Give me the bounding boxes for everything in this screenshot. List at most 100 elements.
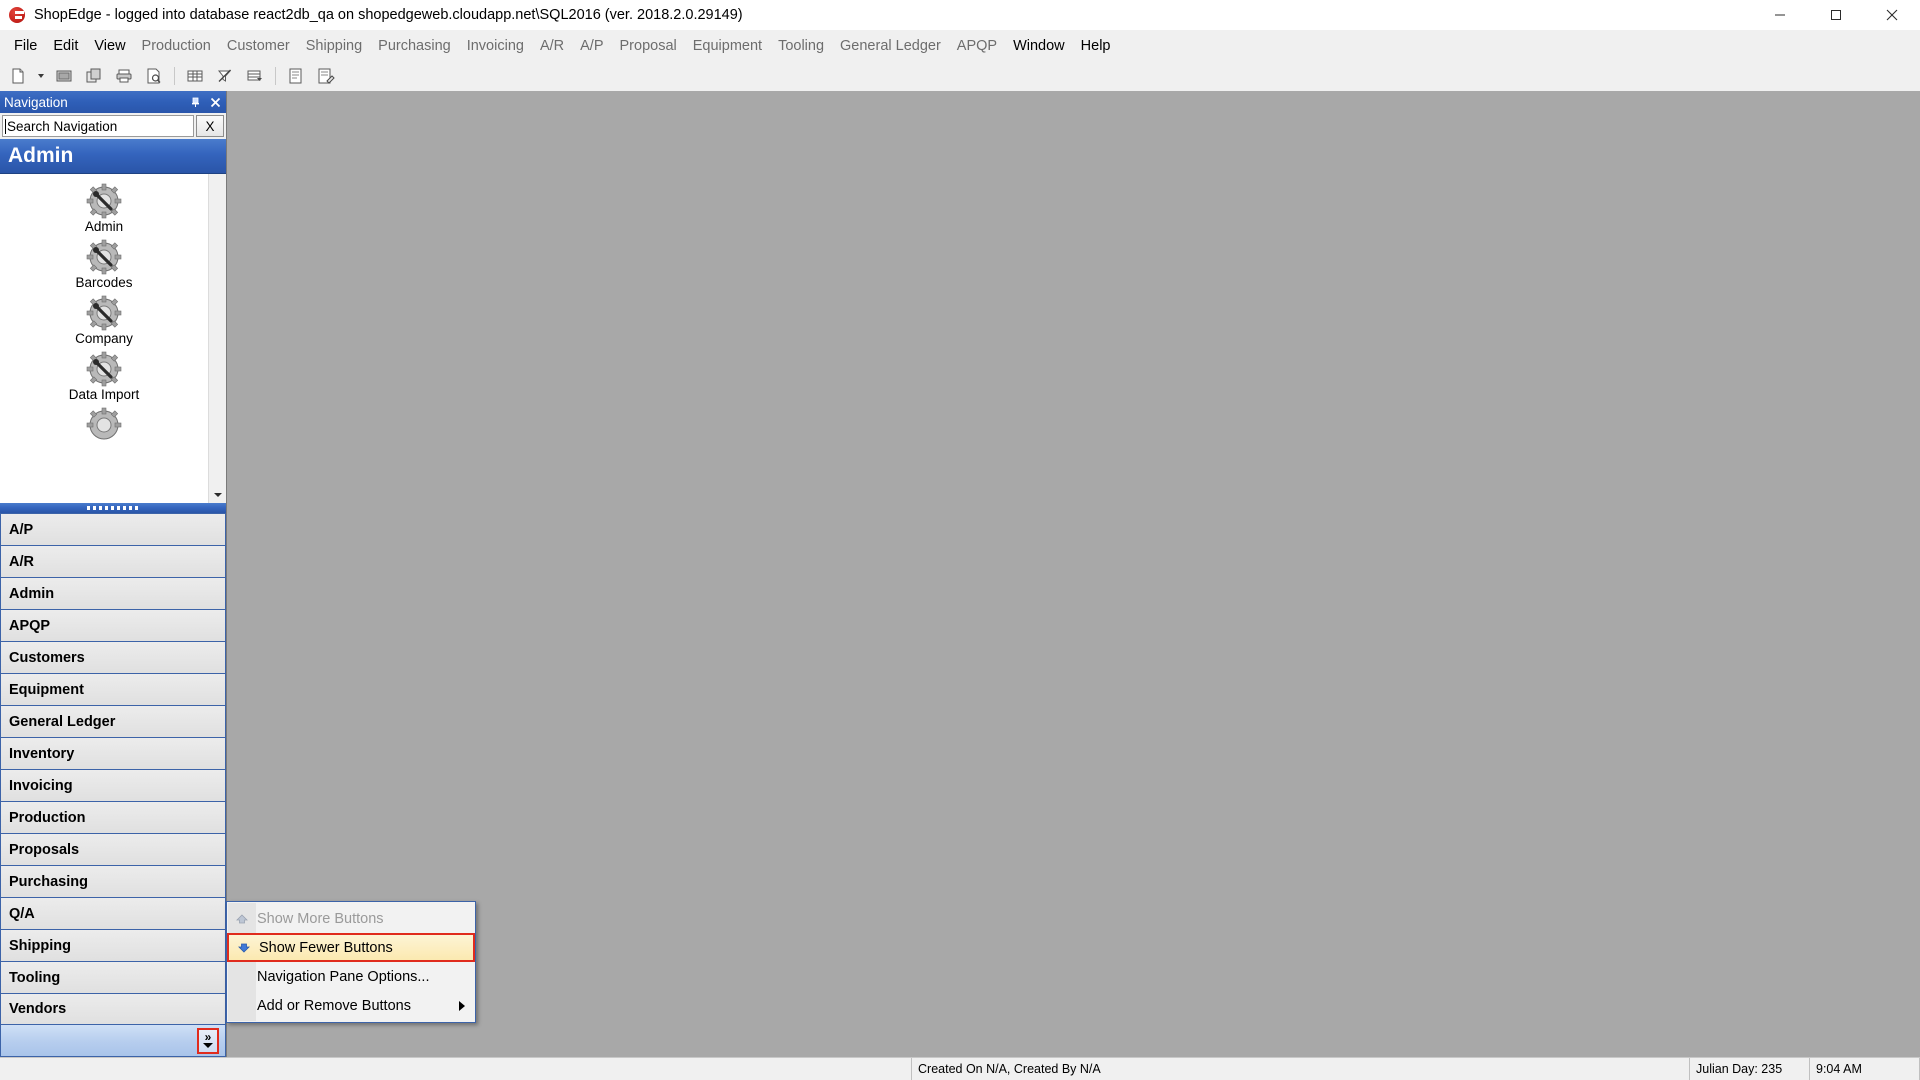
band-item-apqp[interactable]: APQP <box>0 609 226 641</box>
maximize-icon[interactable] <box>1808 0 1864 30</box>
band-item-general-ledger[interactable]: General Ledger <box>0 705 226 737</box>
status-julian-day: Julian Day: 235 <box>1690 1058 1810 1080</box>
navigation-search-row: Search Navigation X <box>0 113 226 139</box>
filter-off-icon[interactable] <box>211 63 239 89</box>
menu-item-window[interactable]: Window <box>1005 34 1073 58</box>
menu-item-proposal: Proposal <box>619 38 677 54</box>
shopedge-logo-icon <box>8 6 26 24</box>
text-caret <box>5 118 6 134</box>
copy-icon[interactable] <box>80 63 108 89</box>
menu-item-customer: Customer <box>226 38 290 54</box>
title-bar: ShopEdge - logged into database react2db… <box>0 0 1920 31</box>
close-icon[interactable] <box>1864 0 1920 30</box>
nav-icon-label: Barcodes <box>75 275 133 290</box>
status-time: 9:04 AM <box>1810 1058 1920 1080</box>
band-item-shipping[interactable]: Shipping <box>0 929 226 961</box>
print-preview-icon[interactable] <box>140 63 168 89</box>
menu-item-ap: A/P <box>580 38 604 54</box>
navigation-band-list: A/P A/R Admin APQP Customers Equipment G… <box>0 513 226 1025</box>
search-placeholder: Search Navigation <box>7 118 118 134</box>
band-item-qa[interactable]: Q/A <box>0 897 226 929</box>
menu-item-show-more-buttons: Show More Buttons <box>227 904 475 933</box>
nav-icon-label: Company <box>75 331 133 346</box>
menu-item-purchasing: Purchasing <box>378 38 451 54</box>
navigation-scrollbar[interactable] <box>208 174 226 503</box>
status-bar: Created On N/A, Created By N/A Julian Da… <box>0 1057 1920 1080</box>
navigation-caption-title: Navigation <box>4 94 68 110</box>
gear-wrench-icon <box>84 405 124 445</box>
menu-item-ar: A/R <box>539 38 565 54</box>
nav-icon-barcodes[interactable]: Barcodes <box>0 236 208 292</box>
gear-wrench-icon <box>84 237 124 277</box>
menu-item-label: Show More Buttons <box>257 910 384 927</box>
menu-item-help[interactable]: Help <box>1073 34 1119 58</box>
nav-icon-label: Data Import <box>68 387 140 402</box>
menu-item-label: Show Fewer Buttons <box>259 939 393 956</box>
navigation-icon-list: Admin Barcodes Company Data Import <box>0 174 208 503</box>
chevron-down-icon <box>203 1043 213 1048</box>
band-item-admin[interactable]: Admin <box>0 577 226 609</box>
band-item-equipment[interactable]: Equipment <box>0 673 226 705</box>
band-item-customers[interactable]: Customers <box>0 641 226 673</box>
window-controls <box>1752 0 1920 30</box>
grid-icon[interactable] <box>181 63 209 89</box>
main-toolbar <box>0 61 1920 91</box>
band-item-proposals[interactable]: Proposals <box>0 833 226 865</box>
overflow-chevrons: » <box>204 1030 212 1044</box>
menu-item-label: Navigation Pane Options... <box>257 968 430 985</box>
menu-item-apqp: APQP <box>956 38 998 54</box>
navigation-bottom-bar: » <box>0 1025 226 1057</box>
navigation-context-menu: Show More Buttons Show Fewer Buttons Nav… <box>226 901 476 1023</box>
nav-icon-data-import[interactable]: Data Import <box>0 348 208 404</box>
chevron-down-icon[interactable] <box>209 486 226 503</box>
gear-wrench-icon <box>84 293 124 333</box>
new-document-icon[interactable] <box>4 63 32 89</box>
band-item-invoicing[interactable]: Invoicing <box>0 769 226 801</box>
pin-icon[interactable] <box>186 93 204 111</box>
menu-item-shipping: Shipping <box>305 38 363 54</box>
band-item-vendors[interactable]: Vendors <box>0 993 226 1025</box>
menu-item-file[interactable]: File <box>6 34 45 58</box>
splitter-grip <box>87 506 139 510</box>
navigation-splitter[interactable] <box>0 503 226 513</box>
toolbar-separator <box>174 67 175 85</box>
search-input[interactable]: Search Navigation <box>2 115 194 137</box>
band-item-tooling[interactable]: Tooling <box>0 961 226 993</box>
menu-item-invoicing: Invoicing <box>466 38 524 54</box>
arrow-up-icon <box>227 912 257 926</box>
nav-icon-partial[interactable] <box>0 404 208 447</box>
grid-filter-icon[interactable] <box>241 63 269 89</box>
configure-buttons-icon[interactable]: » <box>197 1027 219 1054</box>
menu-item-view[interactable]: View <box>86 34 133 58</box>
mdi-client-area <box>227 91 1920 1057</box>
nav-icon-label: Admin <box>84 219 124 234</box>
window-title: ShopEdge - logged into database react2db… <box>34 7 743 23</box>
menu-item-general-ledger: General Ledger <box>840 38 941 54</box>
status-left-cell <box>0 1058 912 1080</box>
navigation-icon-area: Admin Barcodes Company Data Import <box>0 174 226 503</box>
menu-bar: File Edit View Production Customer Shipp… <box>0 31 1920 61</box>
new-document-dropdown-icon[interactable] <box>34 63 48 89</box>
arrow-down-icon <box>229 941 259 955</box>
properties-icon[interactable] <box>282 63 310 89</box>
menu-item-show-fewer-buttons[interactable]: Show Fewer Buttons <box>227 933 475 962</box>
band-item-purchasing[interactable]: Purchasing <box>0 865 226 897</box>
open-icon[interactable] <box>50 63 78 89</box>
band-item-ap[interactable]: A/P <box>0 513 226 545</box>
minimize-icon[interactable] <box>1752 0 1808 30</box>
band-item-production[interactable]: Production <box>0 801 226 833</box>
main-body: Navigation Search Navigation X Admin Adm… <box>0 91 1920 1057</box>
band-item-inventory[interactable]: Inventory <box>0 737 226 769</box>
print-icon[interactable] <box>110 63 138 89</box>
band-item-ar[interactable]: A/R <box>0 545 226 577</box>
navigation-caption-bar: Navigation <box>0 91 226 113</box>
edit-note-icon[interactable] <box>312 63 340 89</box>
menu-item-navigation-pane-options[interactable]: Navigation Pane Options... <box>227 962 475 991</box>
menu-item-add-or-remove-buttons[interactable]: Add or Remove Buttons <box>227 991 475 1020</box>
search-clear-button[interactable]: X <box>196 115 224 137</box>
close-icon[interactable] <box>206 93 224 111</box>
nav-icon-admin[interactable]: Admin <box>0 180 208 236</box>
menu-item-production: Production <box>141 38 211 54</box>
menu-item-edit[interactable]: Edit <box>45 34 86 58</box>
nav-icon-company[interactable]: Company <box>0 292 208 348</box>
